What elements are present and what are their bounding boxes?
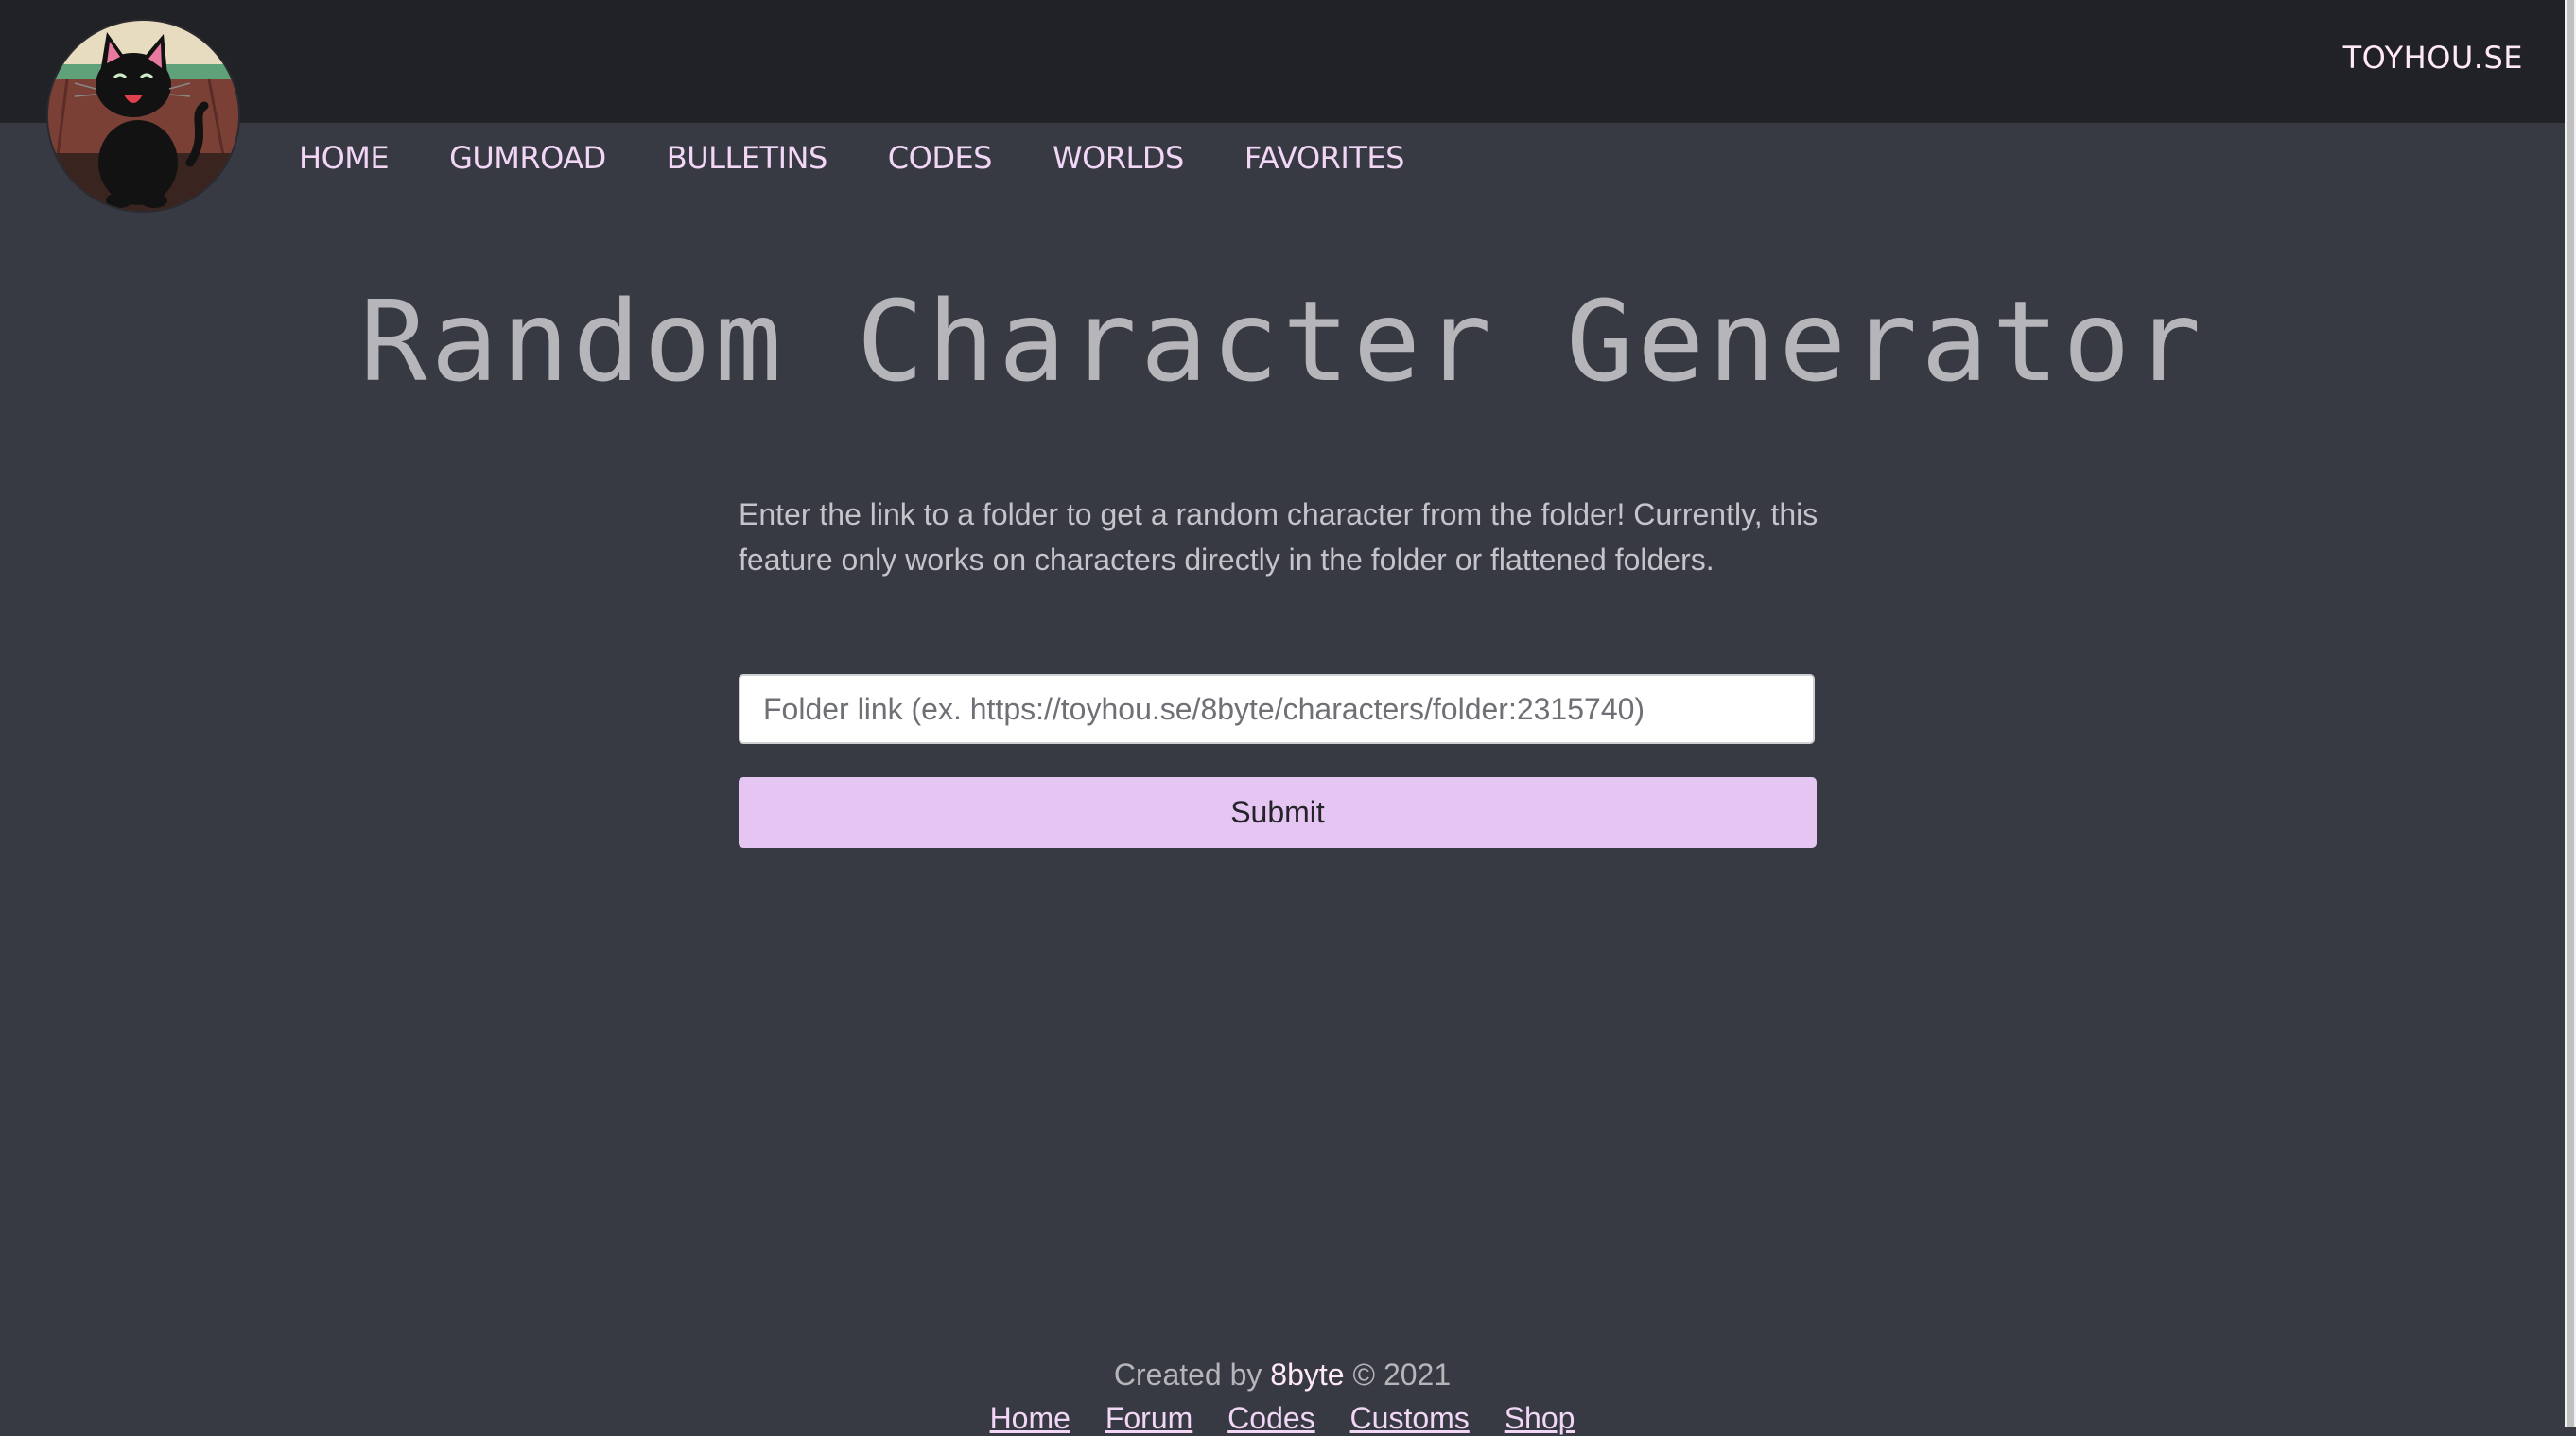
footer-link-codes[interactable]: Codes: [1227, 1401, 1315, 1435]
description-text: Enter the link to a folder to get a rand…: [739, 497, 1819, 577]
footer-link-home[interactable]: Home: [990, 1401, 1070, 1435]
page-title: Random Character Generator: [359, 276, 2205, 407]
footer-link-customs[interactable]: Customs: [1350, 1401, 1470, 1435]
nav-item-gumroad[interactable]: GUMROAD: [449, 140, 606, 176]
toyhouse-link[interactable]: TOYHOU.SE: [2343, 40, 2523, 76]
top-bar: TOYHOU.SE: [0, 0, 2565, 123]
footer-link-shop[interactable]: Shop: [1505, 1401, 1575, 1435]
nav-item-home[interactable]: HOME: [299, 140, 390, 176]
black-cat-avatar-icon[interactable]: [48, 21, 238, 211]
folder-link-input[interactable]: [739, 674, 1815, 744]
footer-links: Home Forum Codes Customs Shop: [0, 1401, 2565, 1436]
footer-credit: Created by 8byte © 2021: [0, 1358, 2565, 1393]
footer-copyright: © 2021: [1352, 1358, 1452, 1392]
main-nav: HOME GUMROAD BULLETINS CODES WORLDS FAVO…: [299, 140, 1465, 176]
vertical-scrollbar[interactable]: [2565, 0, 2576, 1427]
footer-created-prefix: Created by: [1113, 1358, 1262, 1392]
footer-link-forum[interactable]: Forum: [1105, 1401, 1192, 1435]
nav-item-bulletins[interactable]: BULLETINS: [667, 140, 827, 176]
submit-button[interactable]: Submit: [739, 777, 1817, 848]
scrollbar-thumb[interactable]: [2567, 0, 2574, 1427]
nav-item-codes[interactable]: CODES: [888, 140, 993, 176]
nav-item-favorites[interactable]: FAVORITES: [1244, 140, 1405, 176]
footer-author-link[interactable]: 8byte: [1270, 1358, 1344, 1392]
nav-item-worlds[interactable]: WORLDS: [1053, 140, 1184, 176]
